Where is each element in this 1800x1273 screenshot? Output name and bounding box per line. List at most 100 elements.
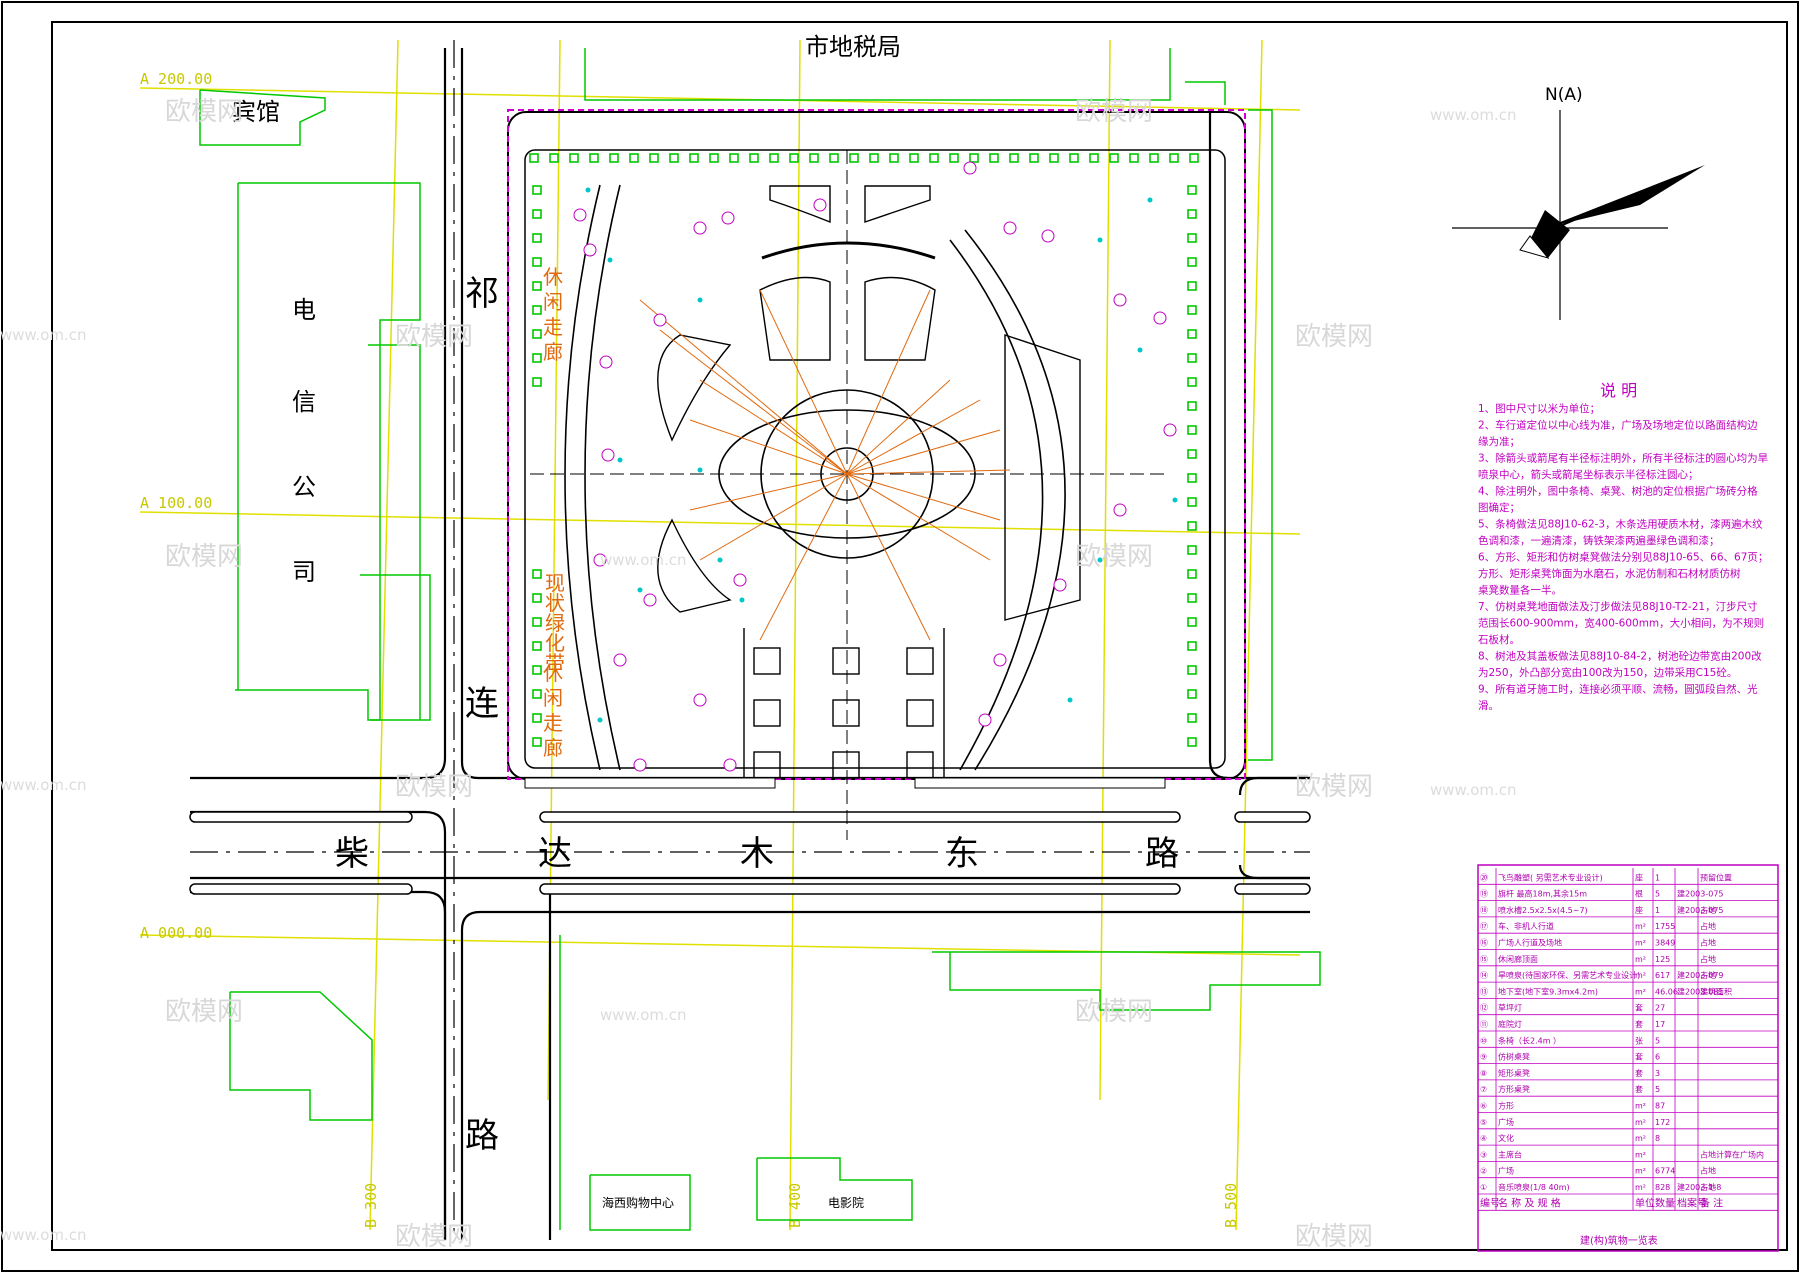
callout-marker [599,355,613,369]
table-cell: 套 [1635,1052,1643,1062]
table-cell: m² [1635,1118,1646,1127]
watermark-brand: 欧模网 [165,542,243,572]
table-cell: ⑲ [1480,890,1488,899]
tree-pit [1187,401,1197,411]
tree-pit [949,153,959,163]
table-cell: 占地 [1700,970,1716,980]
table-cell: 87 [1655,1102,1665,1111]
tree-pit [1149,153,1159,163]
note-line: 图确定； [1478,501,1520,514]
callout-marker [693,693,707,707]
grid-label-b400: B 400 [786,1183,804,1228]
table-cell: 仿树桌凳 [1498,1052,1530,1062]
table-title: 建(构)筑物一览表 [1580,1234,1658,1247]
tree-pit [532,689,542,699]
callout-marker [643,593,657,607]
tree-pit [1029,153,1039,163]
shopping-center-label: 海西购物中心 [602,1195,674,1210]
svg-text:廊: 廊 [543,736,563,760]
table-cell: 占地 [1700,938,1716,948]
table-cell: m² [1635,922,1646,931]
note-line: 4、除注明外，图中条椅、桌凳、树池的定位根据广场砖分格 [1478,485,1758,498]
tree-pit [532,569,542,579]
callout-marker [1153,311,1167,325]
watermark-brand: 欧模网 [1075,542,1153,572]
lamp-marker [585,187,591,193]
tree-pit [532,209,542,219]
watermark-url: www.om.cn [600,1006,687,1024]
note-line: 桌凳数量各一半。 [1478,584,1562,597]
table-cell: ⑪ [1480,1020,1488,1029]
tree-pit [1187,545,1197,555]
tree-pit [769,153,779,163]
tree-pit [1009,153,1019,163]
table-header-cell: 备 注 [1700,1196,1723,1209]
tree-pit [532,281,542,291]
note-line: 2、车行道定位以中心线为准，广场及场地定位以路面结构边 [1478,419,1758,432]
tree-pit [532,713,542,723]
table-cell: 46.06 [1655,987,1678,996]
tree-pit [929,153,939,163]
callout-marker [1163,423,1177,437]
tree-pit [609,153,619,163]
table-cell: 条椅（长2.4m ） [1498,1035,1561,1045]
tree-pit [689,153,699,163]
tree-pit [1187,353,1197,363]
table-cell: 喷水槽2.5x2.5x(4.5~7) [1498,905,1588,915]
watermark-brand: 欧模网 [1295,772,1373,802]
tree-pit [532,377,542,387]
note-line: 范围长600-900mm，宽400-600mm，大小相间，为不规则 [1478,617,1764,630]
table-cell: ⑦ [1480,1085,1487,1094]
table-cell: 地下室(地下室9.3mx4.2m) [1498,986,1598,996]
table-cell: 3849 [1655,939,1675,948]
table-cell: ⑤ [1480,1118,1487,1127]
watermark-brand: 欧模网 [165,997,243,1027]
callout-marker [721,211,735,225]
telecom-char-1: 电 [292,296,316,324]
callout-marker [583,243,597,257]
lamp-marker [697,297,703,303]
table-cell: 广场人行道及场地 [1498,938,1562,948]
tree-pit [869,153,879,163]
note-line: 方形、矩形桌凳饰面为水磨石，水泥仿制和石材材质仿树 [1478,567,1741,580]
table-cell: m² [1635,971,1646,980]
table-cell: 占地 [1700,921,1716,931]
table-cell: 27 [1655,1004,1665,1013]
table-cell: 方形桌凳 [1498,1084,1530,1094]
table-cell: m² [1635,1150,1646,1159]
tree-pit [532,641,542,651]
table-cell: m² [1635,1167,1646,1176]
tree-pit [549,153,559,163]
table-cell: 套 [1635,1003,1643,1013]
tree-pit [849,153,859,163]
table-cell: 座 [1635,905,1643,915]
notes-title: 说 明 [1600,381,1637,400]
lamp-marker [1097,237,1103,243]
tree-pit [1187,449,1197,459]
lamp-marker [617,457,623,463]
watermark-brand: 欧模网 [395,772,473,802]
tree-pit [532,329,542,339]
tree-pit [1187,305,1197,315]
table-cell: 休闲廊顶面 [1498,954,1538,964]
tree-pit [989,153,999,163]
table-cell: 6774 [1655,1167,1675,1176]
callout-marker [723,758,737,772]
note-line: 6、方形、矩形和仿树桌凳做法分别见88J10-65、66、67页； [1478,551,1768,564]
lamp-marker [1137,347,1143,353]
tree-pit [1187,377,1197,387]
table-cell: ⑥ [1480,1102,1487,1111]
tree-pit [1187,497,1197,507]
callout-marker [993,653,1007,667]
tree-pit [1187,281,1197,291]
tree-pit [569,153,579,163]
table-cell: 5 [1655,1085,1660,1094]
table-cell: 音乐喷泉(1/8 40m) [1498,1182,1570,1192]
callout-marker [653,313,667,327]
lamp-marker [697,467,703,473]
tree-pit [1129,153,1139,163]
svg-text:休: 休 [543,265,563,289]
green-belt-label: 现 状 绿 化 带 [545,571,565,675]
note-line: 石板材。 [1478,633,1520,646]
callout-marker [963,161,977,175]
